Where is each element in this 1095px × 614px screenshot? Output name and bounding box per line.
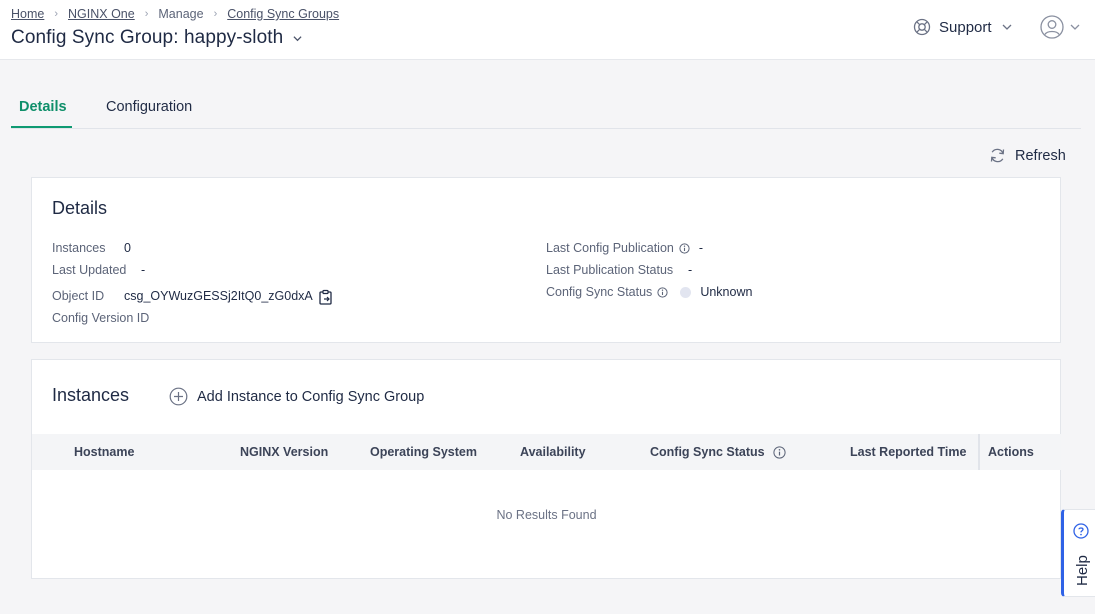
lifebuoy-icon	[913, 18, 931, 36]
breadcrumb-separator-icon: ›	[213, 8, 218, 20]
actions-column: Actions	[978, 434, 1061, 470]
info-icon[interactable]	[679, 242, 690, 254]
help-tab[interactable]: Help	[1061, 509, 1095, 597]
plus-circle-icon	[169, 387, 188, 406]
last-config-publication-label: Last Config Publication	[546, 241, 674, 255]
chevron-down-icon	[1002, 24, 1012, 30]
status-dot	[680, 286, 692, 298]
page-header: Home › NGINX One › Manage › Config Sync …	[0, 0, 1095, 60]
config-version-row: Config Version ID	[52, 311, 149, 325]
tab-configuration[interactable]: Configuration	[98, 89, 200, 128]
empty-state-text: No Results Found	[496, 508, 597, 522]
details-card: Details Instances 0 Last Updated - Objec…	[31, 177, 1061, 343]
breadcrumb-separator-icon: ›	[144, 8, 149, 20]
question-circle-icon	[1073, 523, 1089, 539]
instances-title: Instances	[52, 385, 130, 405]
object-id-label: Object ID	[52, 288, 105, 303]
breadcrumb-nginx-one[interactable]: NGINX One	[68, 7, 135, 21]
last-publication-status-row: Last Publication Status -	[546, 263, 692, 277]
user-menu[interactable]	[1040, 15, 1080, 39]
column-operating-system[interactable]: Operating System	[370, 445, 477, 459]
chevron-down-icon	[1070, 24, 1080, 30]
column-last-reported-time[interactable]: Last Reported Time	[850, 445, 966, 459]
user-avatar-icon	[1040, 15, 1064, 39]
support-label: Support	[939, 18, 992, 36]
help-label: Help	[1074, 555, 1091, 586]
config-sync-status-value: Unknown	[700, 285, 753, 299]
breadcrumb-manage: Manage	[158, 7, 204, 21]
breadcrumb-separator-icon: ›	[54, 8, 59, 20]
instances-value: 0	[124, 241, 131, 255]
support-menu[interactable]: Support	[913, 18, 1012, 36]
info-icon[interactable]	[657, 286, 668, 298]
column-hostname[interactable]: Hostname	[74, 445, 134, 459]
breadcrumb-config-sync-groups[interactable]: Config Sync Groups	[227, 7, 339, 21]
config-sync-status-row: Config Sync Status Unknown	[546, 285, 752, 299]
object-id-value: csg_OYWuzGESSj2ItQ0_zG0dxA	[124, 288, 313, 303]
refresh-icon	[990, 148, 1005, 163]
last-config-publication-value: -	[698, 241, 704, 255]
page-title[interactable]: Config Sync Group: happy-sloth	[11, 27, 302, 49]
info-icon[interactable]	[772, 445, 786, 459]
chevron-down-icon	[293, 35, 302, 41]
table-header: Hostname NGINX Version Operating System …	[32, 434, 1061, 470]
page-title-text: Config Sync Group: happy-sloth	[11, 27, 284, 48]
instances-label: Instances	[52, 241, 106, 255]
last-publication-status-label: Last Publication Status	[546, 263, 674, 277]
column-config-sync-status[interactable]: Config Sync Status	[650, 445, 786, 459]
breadcrumb: Home › NGINX One › Manage › Config Sync …	[11, 7, 339, 21]
last-updated-label: Last Updated	[52, 263, 127, 277]
column-config-sync-status-label: Config Sync Status	[650, 445, 765, 459]
breadcrumb-home[interactable]: Home	[11, 7, 44, 21]
last-config-publication-row: Last Config Publication -	[546, 241, 703, 255]
refresh-label: Refresh	[1015, 147, 1066, 164]
instances-row: Instances 0	[52, 241, 131, 255]
config-version-label: Config Version ID	[52, 311, 150, 325]
column-availability[interactable]: Availability	[520, 445, 586, 459]
instances-card: Instances Add Instance to Config Sync Gr…	[31, 359, 1061, 579]
tab-details[interactable]: Details	[11, 89, 72, 128]
add-instance-label: Add Instance to Config Sync Group	[197, 388, 425, 405]
last-updated-row: Last Updated -	[52, 263, 145, 277]
copy-icon[interactable]	[318, 289, 334, 306]
column-actions: Actions	[988, 445, 1034, 459]
column-nginx-version[interactable]: NGINX Version	[240, 445, 328, 459]
add-instance-button[interactable]: Add Instance to Config Sync Group	[169, 387, 424, 406]
tab-bar: Details Configuration	[11, 89, 1081, 129]
details-title: Details	[52, 198, 108, 218]
object-id-row: Object ID csg_OYWuzGESSj2ItQ0_zG0dxA	[52, 285, 334, 306]
refresh-button[interactable]: Refresh	[989, 147, 1066, 164]
last-updated-value: -	[141, 263, 146, 277]
config-sync-status-label: Config Sync Status	[546, 285, 653, 299]
last-publication-status-value: -	[688, 263, 693, 277]
